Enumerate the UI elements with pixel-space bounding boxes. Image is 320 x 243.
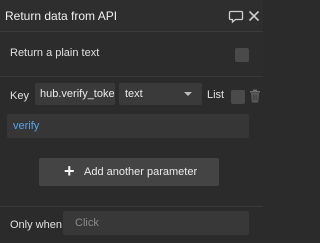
plus-icon: + — [64, 161, 75, 181]
close-icon[interactable] — [246, 8, 262, 24]
speech-bubble-icon[interactable] — [228, 8, 244, 24]
list-label: List — [207, 89, 225, 101]
trash-icon[interactable] — [249, 89, 261, 103]
popup-title: Return data from API — [5, 9, 118, 23]
popup-header: Return data from API — [0, 0, 263, 32]
plain-text-label: Return a plain text — [10, 47, 100, 59]
value-expression[interactable]: verify — [13, 120, 39, 132]
plain-text-checkbox[interactable] — [235, 48, 249, 62]
add-parameter-button[interactable]: + Add another parameter — [39, 158, 219, 186]
key-input[interactable]: hub.verify_toker — [35, 83, 115, 105]
parameter-section: Key hub.verify_toker text List verify + … — [0, 78, 263, 206]
key-label: Key — [10, 90, 29, 102]
plain-text-row: Return a plain text — [0, 33, 263, 77]
list-checkbox[interactable] — [231, 90, 245, 104]
only-when-input[interactable]: Click — [63, 211, 249, 235]
chevron-down-icon — [184, 92, 192, 96]
type-dropdown[interactable]: text — [119, 83, 202, 105]
only-when-label: Only when — [10, 219, 62, 231]
only-when-placeholder: Click — [75, 217, 99, 229]
type-value: text — [125, 88, 143, 100]
add-parameter-label: Add another parameter — [84, 166, 198, 178]
only-when-row: Only when Click — [0, 206, 263, 243]
value-input[interactable]: verify — [7, 114, 249, 138]
